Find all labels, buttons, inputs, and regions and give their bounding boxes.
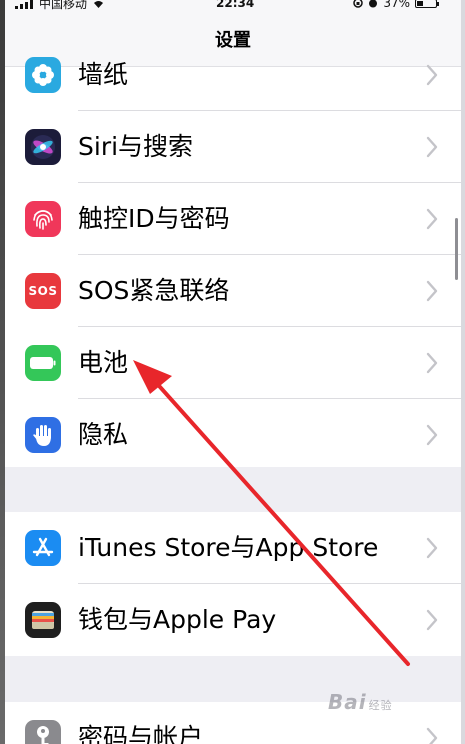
settings-group-1: 墙纸 Siri与搜索 触控ID与密码 SOS SOS紧急联络 电池 隐私	[5, 57, 461, 467]
sos-icon-text: SOS	[28, 284, 58, 298]
settings-row-label: iTunes Store与App Store	[78, 533, 379, 562]
watermark: Bai 经验	[328, 690, 393, 714]
signal-icon	[15, 0, 33, 9]
settings-row-label: 隐私	[78, 420, 129, 449]
siri-icon	[25, 129, 61, 165]
wallpaper-icon	[25, 57, 61, 93]
hand-icon	[25, 417, 61, 453]
settings-row-app-store[interactable]: iTunes Store与App Store	[5, 512, 461, 584]
settings-group-2: iTunes Store与App Store 钱包与Apple Pay	[5, 512, 461, 656]
watermark-suffix: 经验	[368, 699, 393, 712]
wallet-icon	[25, 602, 61, 638]
settings-row-label: Siri与搜索	[78, 132, 194, 161]
settings-row-label: SOS紧急联络	[78, 276, 230, 305]
status-battery-icon	[415, 0, 439, 8]
chevron-right-icon	[426, 280, 438, 302]
status-time: 22:34	[216, 0, 255, 10]
settings-row-label: 钱包与Apple Pay	[78, 605, 277, 634]
status-bar: 中国移动 22:34 37%	[5, 0, 461, 14]
settings-row-battery[interactable]: 电池	[5, 327, 461, 399]
rotation-lock-icon	[353, 0, 364, 8]
chevron-right-icon	[426, 727, 438, 744]
settings-row-wallet[interactable]: 钱包与Apple Pay	[5, 584, 461, 656]
chevron-right-icon	[426, 64, 438, 86]
chevron-right-icon	[426, 208, 438, 230]
fingerprint-icon	[25, 201, 61, 237]
battery-icon	[25, 345, 61, 381]
device-frame-right	[461, 0, 465, 744]
section-gap	[5, 467, 461, 512]
chevron-right-icon	[426, 136, 438, 158]
settings-row-label: 触控ID与密码	[78, 204, 230, 233]
wifi-icon	[94, 1, 104, 8]
alarm-icon	[369, 0, 378, 8]
settings-row-privacy[interactable]: 隐私	[5, 399, 461, 471]
settings-row-touch-id[interactable]: 触控ID与密码	[5, 183, 461, 255]
scroll-indicator[interactable]	[455, 218, 458, 280]
device-frame-left	[0, 0, 5, 744]
battery-percentage: 37%	[383, 0, 410, 10]
settings-row-label: 电池	[78, 348, 129, 377]
chevron-right-icon	[426, 537, 438, 559]
watermark-brand: Bai	[328, 690, 367, 714]
settings-row-sos[interactable]: SOS SOS紧急联络	[5, 255, 461, 327]
settings-row-label: 密码与帐户	[78, 723, 204, 744]
settings-row-label: 墙纸	[78, 60, 129, 89]
settings-row-siri[interactable]: Siri与搜索	[5, 111, 461, 183]
chevron-right-icon	[426, 609, 438, 631]
chevron-right-icon	[426, 424, 438, 446]
app-store-icon	[25, 530, 61, 566]
settings-row-wallpaper[interactable]: 墙纸	[5, 39, 461, 111]
carrier-label: 中国移动	[39, 0, 88, 11]
sos-icon: SOS	[25, 273, 61, 309]
key-icon	[25, 720, 61, 744]
chevron-right-icon	[426, 352, 438, 374]
